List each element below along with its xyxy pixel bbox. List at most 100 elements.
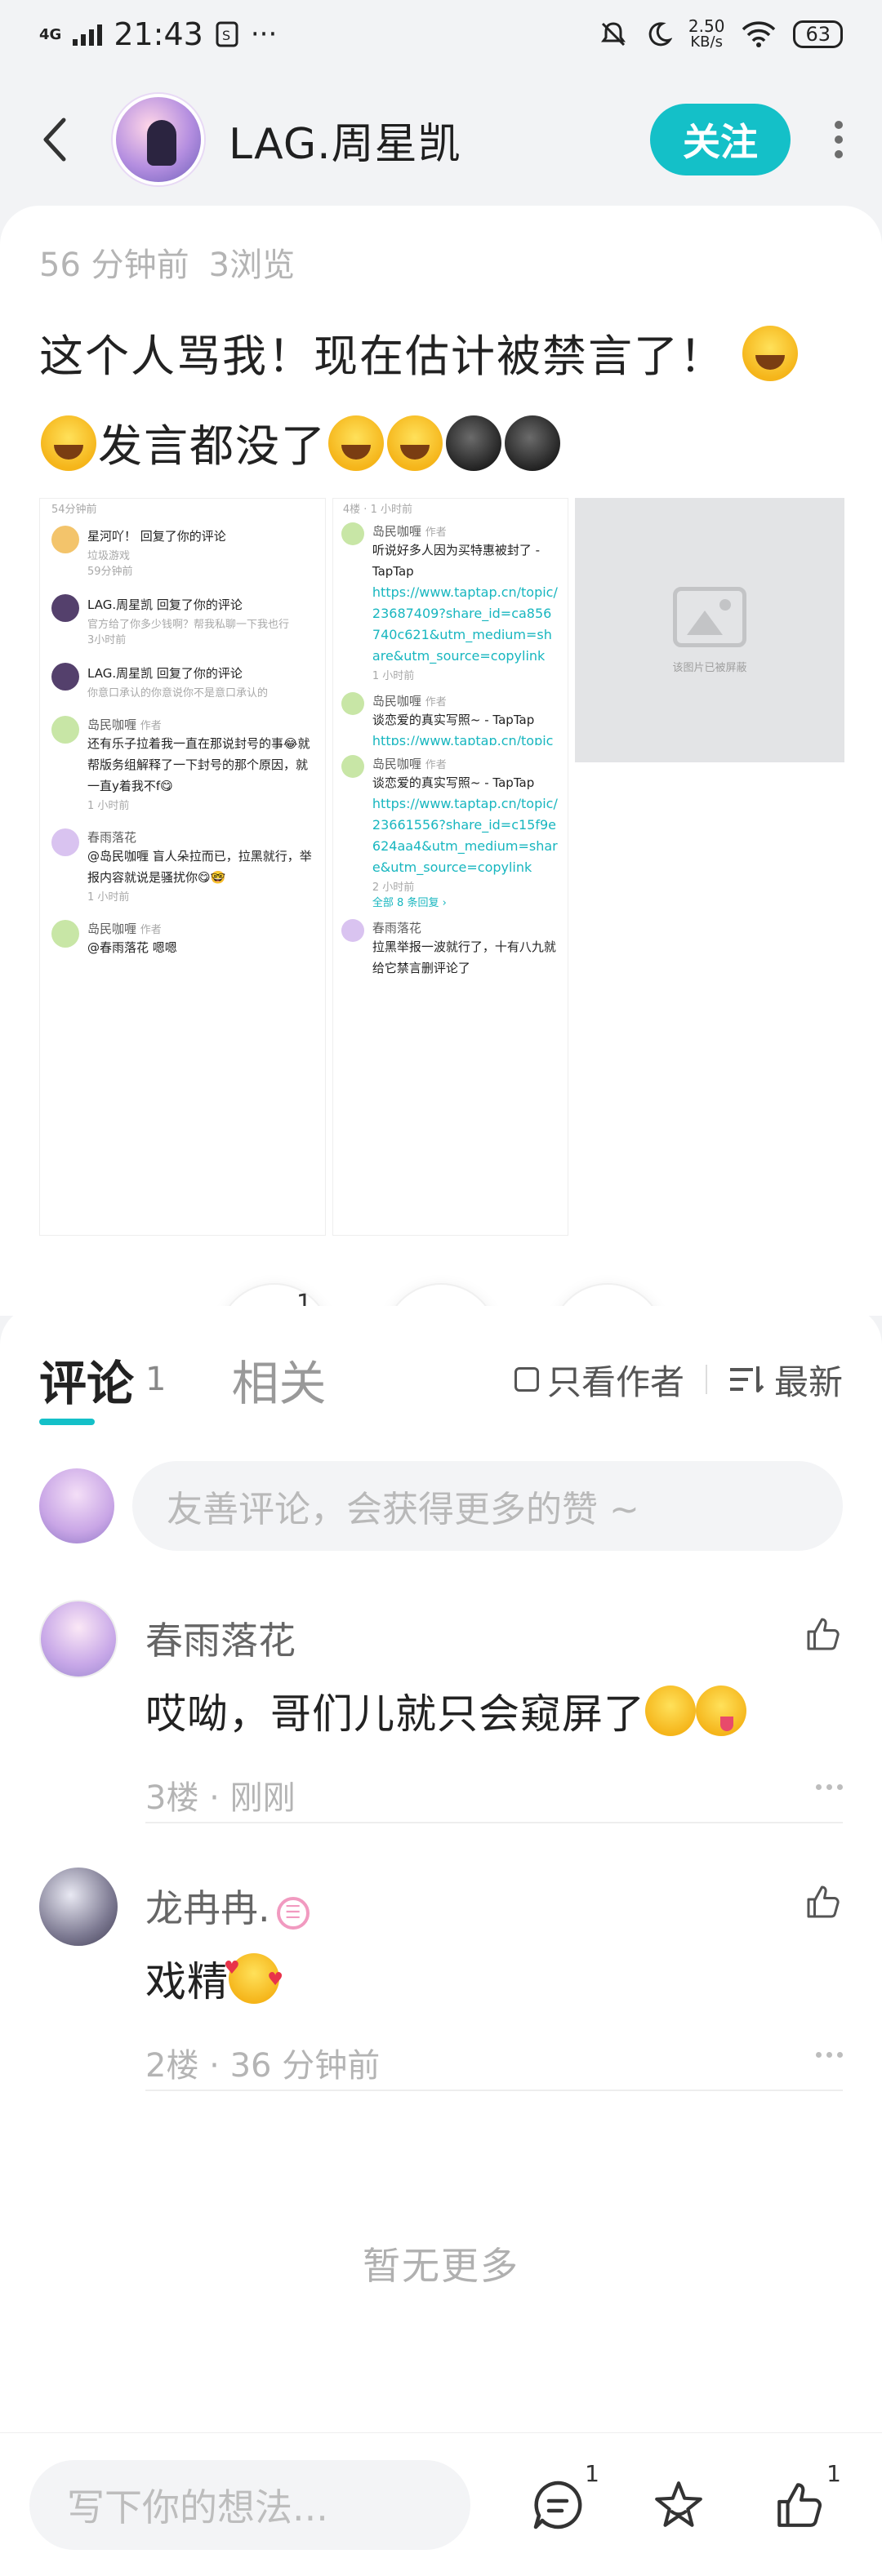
mini-reply-link: https://www.taptap.cn/topic/23687409?sha… <box>372 584 558 664</box>
commenter-avatar[interactable] <box>39 1868 118 1946</box>
notification-item: 星河吖！ 回复了你的评论 垃圾游戏 59分钟前 <box>40 517 325 586</box>
comment-tabs: 评论 1 相关 只看作者 最新 <box>39 1339 843 1420</box>
mini-comment-text: @春雨落花 嗯嗯 <box>87 940 177 955</box>
comments-section: 评论 1 相关 只看作者 最新 友善评论，会获得更多的赞 ~ 春雨落花 哎呦，哥… <box>0 1306 882 2432</box>
commenter-name[interactable]: 春雨落花 <box>145 1611 296 1665</box>
author-avatar[interactable] <box>113 94 204 185</box>
mini-comment-name: 岛民咖喱 <box>87 922 137 936</box>
mini-reply-text: 谈恋爱的真实写照~ - TapTap <box>372 775 535 790</box>
author-name[interactable]: LAG.周星凯 <box>229 109 461 171</box>
notification-text: 你意口承认的你意说你不是意口承认的 <box>87 687 269 700</box>
post-image-2[interactable]: 4楼 · 1 小时前 岛民咖喱 作者 听说好多人因为买特惠被封了 - TapTa… <box>332 498 568 1236</box>
comment-button[interactable]: 1 <box>529 2460 599 2534</box>
notification-avatar <box>51 594 79 622</box>
mini-reply-text: 谈恋爱的真实写照~ - TapTap <box>372 713 535 727</box>
notification-avatar <box>51 526 79 553</box>
sort-label: 最新 <box>773 1361 843 1402</box>
comment-compose: 友善评论，会获得更多的赞 ~ <box>39 1461 843 1551</box>
hugging-emoji-icon <box>645 1686 696 1736</box>
dark-face-emoji-icon <box>446 415 501 471</box>
all-replies-link: 全部 8 条回复 › <box>372 897 447 909</box>
laughing-emoji-icon <box>387 415 443 471</box>
mini-reply-name: 岛民咖喱 <box>372 524 421 539</box>
no-more-text: 暂无更多 <box>363 2244 519 2288</box>
comment-item: 春雨落花 哎呦，哥们儿就只会窥屏了 3楼 · 刚刚 <box>39 1600 843 1828</box>
comment-divider <box>145 1822 843 1823</box>
author-tag: 作者 <box>425 696 447 708</box>
author-tag: 作者 <box>425 759 447 771</box>
only-author-toggle[interactable]: 只看作者 <box>514 1355 684 1405</box>
commenter-name-row: 龙冉冉. ☰ <box>145 1879 310 1933</box>
notification-time: 54分钟前 <box>51 504 97 516</box>
notification-title: LAG.周星凯 回复了你的评论 <box>87 666 243 681</box>
only-author-label: 只看作者 <box>546 1361 684 1402</box>
tab-related[interactable]: 相关 <box>231 1345 326 1414</box>
commenter-name[interactable]: 龙冉冉. <box>145 1886 270 1930</box>
author-tag: 作者 <box>425 526 447 539</box>
divider <box>705 1365 707 1394</box>
post-image-3[interactable]: 该图片已被屏蔽 <box>575 498 844 1236</box>
follow-button[interactable]: 关注 <box>650 104 791 175</box>
mini-comment-avatar <box>51 716 79 744</box>
comment-input[interactable]: 友善评论，会获得更多的赞 ~ <box>132 1461 843 1551</box>
comment-text: 戏精 <box>145 1949 284 2008</box>
post-image-gallery: 54分钟前 星河吖！ 回复了你的评论 垃圾游戏 59分钟前 LAG.周星凯 回复… <box>39 498 844 1236</box>
mini-comment-name: 岛民咖喱 <box>87 717 137 732</box>
mini-reply-avatar <box>341 755 364 778</box>
more-options-icon[interactable] <box>835 121 843 158</box>
mini-reply-time: 1 小时前 <box>372 670 415 682</box>
blocked-image-placeholder: 该图片已被屏蔽 <box>575 498 844 762</box>
comment-text-content: 哎呦，哥们儿就只会窥屏了 <box>145 1690 645 1738</box>
post-views: 3浏览 <box>208 246 296 284</box>
mini-comment-text: @岛民咖喱 盲人朵拉而已，拉黑就行，举报内容就说是骚扰你😋🤓 <box>87 849 312 885</box>
mini-reply-link: https://www.taptap.cn/topic <box>372 733 554 745</box>
dark-face-emoji-icon <box>505 415 560 471</box>
post-image-1[interactable]: 54分钟前 星河吖！ 回复了你的评论 垃圾游戏 59分钟前 LAG.周星凯 回复… <box>39 498 326 1236</box>
comment-more-icon[interactable] <box>816 2052 843 2058</box>
like-bottom-button[interactable]: 1 <box>771 2460 841 2534</box>
level-badge-icon: ☰ <box>276 1897 310 1930</box>
reply-meta: 4楼 · 1 小时前 <box>342 504 412 516</box>
comment-like-button[interactable] <box>804 1882 843 1925</box>
like-count: 1 <box>826 2459 841 2487</box>
bottom-comment-input[interactable]: 写下你的想法... <box>29 2459 470 2550</box>
comment-text: 哎呦，哥们儿就只会窥屏了 <box>145 1681 746 1740</box>
post-card: 56 分钟前 3浏览 这个人骂我！现在估计被禁言了！ 发言都没了 54分钟前 星河… <box>0 206 882 1397</box>
active-tab-indicator <box>39 1419 95 1425</box>
author-tag: 作者 <box>140 720 162 732</box>
star-icon <box>655 2481 702 2527</box>
post-meta: 56 分钟前 3浏览 <box>39 238 295 286</box>
net-speed-unit: KB/s <box>690 33 723 51</box>
mini-comment: 春雨落花 @岛民咖喱 盲人朵拉而已，拉黑就行，举报内容就说是骚扰你😋🤓 1 小时… <box>40 820 325 912</box>
mini-reply-time: 2 小时前 <box>372 882 415 894</box>
commenter-avatar[interactable] <box>39 1600 118 1678</box>
notification-item: LAG.周星凯 回复了你的评论 你意口承认的你意说你不是意口承认的 <box>40 655 325 708</box>
sort-toggle[interactable]: 最新 <box>728 1355 843 1405</box>
signal-icon <box>73 23 103 46</box>
comment-text-content: 戏精 <box>145 1958 229 2005</box>
back-arrow-icon[interactable] <box>39 107 88 172</box>
comment-more-icon[interactable] <box>816 1784 843 1790</box>
mini-reply: 岛民咖喱 作者 谈恋爱的真实写照~ - TapTap https://www.t… <box>333 750 568 914</box>
comment-item: 龙冉冉.☰ 戏精 2楼 · 36 分钟前 <box>39 1868 843 2096</box>
mini-reply-avatar <box>341 522 364 545</box>
thumbs-up-icon <box>777 2482 822 2527</box>
tab-comments[interactable]: 评论 <box>39 1345 134 1414</box>
mini-comment-time: 1 小时前 <box>87 800 130 812</box>
mini-reply-name: 岛民咖喱 <box>372 757 421 771</box>
thumbs-up-icon <box>807 1885 840 1918</box>
moon-icon <box>648 22 672 47</box>
post-text-part1: 这个人骂我！现在估计被禁言了！ <box>39 331 725 382</box>
favorite-bottom-button[interactable] <box>650 2476 707 2534</box>
network-type: 4G <box>39 25 62 43</box>
mini-reply-name: 岛民咖喱 <box>372 694 421 708</box>
mini-reply: 岛民咖喱 作者 谈恋爱的真实写照~ - TapTap https://www.t… <box>333 687 568 750</box>
tab-comments-count: 1 <box>145 1361 167 1398</box>
mini-comment-name: 春雨落花 <box>87 830 137 845</box>
only-author-checkbox[interactable] <box>514 1367 539 1392</box>
battery-indicator: 63 <box>793 20 843 48</box>
comment-like-button[interactable] <box>804 1614 843 1657</box>
laughing-emoji-icon <box>328 415 384 471</box>
comment-time: 36 分钟前 <box>229 2047 381 2085</box>
comment-divider <box>145 2090 843 2091</box>
